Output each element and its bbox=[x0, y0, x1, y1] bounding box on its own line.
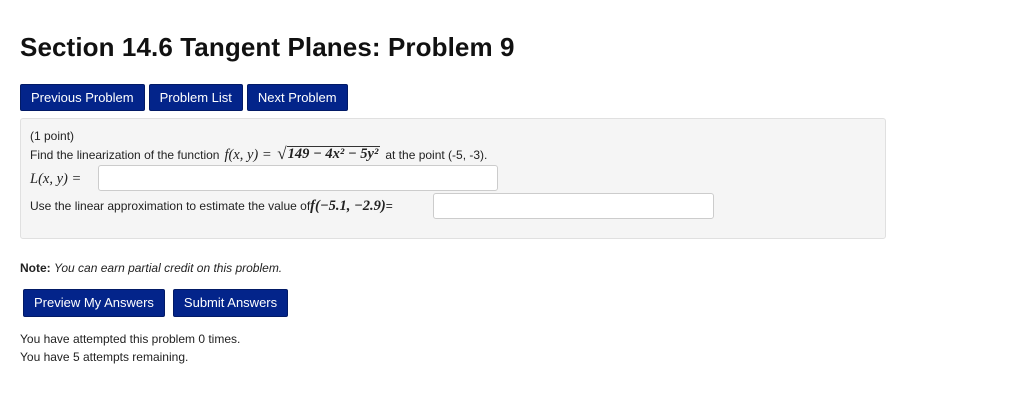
problem-panel: (1 point) Find the linearization of the … bbox=[20, 118, 886, 239]
approximation-expression: f(−5.1, −2.9) bbox=[310, 198, 386, 214]
function-definition: f(x, y) = √ 149 − 4x² − 5y² bbox=[224, 144, 381, 164]
attempts-info: You have attempted this problem 0 times.… bbox=[20, 330, 240, 366]
point-text: at the point (-5, -3). bbox=[385, 148, 488, 162]
problem-question: Find the linearization of the function f… bbox=[30, 144, 488, 164]
problem-navigation: Previous Problem Problem List Next Probl… bbox=[20, 84, 348, 111]
problem-points: (1 point) bbox=[30, 129, 75, 143]
note-label: Note: bbox=[20, 261, 51, 275]
approximation-prompt: Use the linear approximation to estimate… bbox=[30, 199, 311, 213]
approximation-equals: = bbox=[385, 199, 393, 213]
sqrt-expression: √ 149 − 4x² − 5y² bbox=[277, 144, 381, 163]
next-problem-button[interactable]: Next Problem bbox=[246, 84, 348, 111]
linearization-input[interactable] bbox=[98, 165, 498, 191]
problem-list-button[interactable]: Problem List bbox=[148, 84, 243, 111]
function-lhs: f(x, y) = bbox=[224, 147, 272, 163]
function-radicand: 149 − 4x² − 5y² bbox=[286, 146, 381, 162]
submit-answers-button[interactable]: Submit Answers bbox=[172, 289, 289, 317]
page-title: Section 14.6 Tangent Planes: Problem 9 bbox=[20, 32, 515, 62]
approximation-input[interactable] bbox=[433, 193, 714, 219]
attempts-remaining-text: You have 5 attempts remaining. bbox=[20, 350, 189, 364]
preview-answers-button[interactable]: Preview My Answers bbox=[23, 289, 165, 317]
answer-actions: Preview My Answers Submit Answers bbox=[23, 289, 289, 317]
note: Note: You can earn partial credit on thi… bbox=[20, 261, 282, 275]
attempts-count-text: You have attempted this problem 0 times. bbox=[20, 332, 241, 346]
question-intro: Find the linearization of the function bbox=[30, 148, 220, 162]
sqrt-icon: √ bbox=[277, 144, 287, 163]
previous-problem-button[interactable]: Previous Problem bbox=[20, 84, 145, 111]
note-text: You can earn partial credit on this prob… bbox=[54, 261, 283, 275]
approximation-question: Use the linear approximation to estimate… bbox=[30, 198, 393, 215]
linearization-label: L(x, y) = bbox=[30, 171, 82, 187]
